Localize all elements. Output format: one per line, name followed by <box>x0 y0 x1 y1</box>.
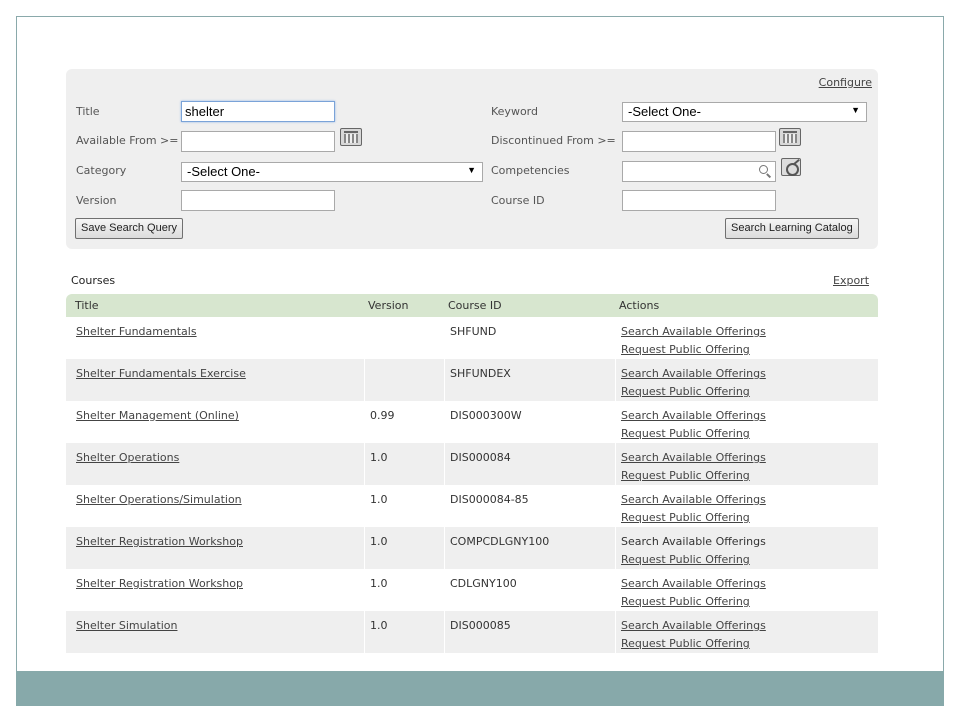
column-header-title[interactable]: Title <box>75 299 99 312</box>
course-id-input[interactable] <box>622 190 776 211</box>
column-divider <box>444 527 445 569</box>
course-id: DIS000300W <box>450 409 522 422</box>
search-offerings-text: Search Available Offerings <box>621 535 766 548</box>
dropdown-arrow-icon: ▼ <box>467 165 476 175</box>
search-offerings-link[interactable]: Search Available Offerings <box>621 409 766 422</box>
course-version: 1.0 <box>370 535 388 548</box>
course-id: CDLGNY100 <box>450 577 517 590</box>
search-offerings-link[interactable]: Search Available Offerings <box>621 325 766 338</box>
calendar-icon[interactable] <box>340 128 362 146</box>
dropdown-arrow-icon: ▼ <box>851 105 860 115</box>
column-divider <box>444 611 445 653</box>
table-row: Shelter Operations 1.0 DIS000084 Search … <box>66 443 878 485</box>
column-divider <box>615 527 616 569</box>
category-select-value: -Select One- <box>187 164 260 179</box>
column-divider <box>615 611 616 653</box>
category-select[interactable]: -Select One- ▼ <box>181 162 483 182</box>
search-offerings-link[interactable]: Search Available Offerings <box>621 367 766 380</box>
course-version: 1.0 <box>370 493 388 506</box>
course-title-link[interactable]: Shelter Registration Workshop <box>76 577 243 590</box>
competency-picker-icon[interactable] <box>781 158 801 176</box>
request-offering-link[interactable]: Request Public Offering <box>621 385 750 398</box>
version-input[interactable] <box>181 190 335 211</box>
courses-table: Title Version Course ID Actions Shelter … <box>66 294 878 653</box>
course-id: COMPCDLGNY100 <box>450 535 550 548</box>
course-title-link[interactable]: Shelter Management (Online) <box>76 409 239 422</box>
column-divider <box>364 527 365 569</box>
keyword-select[interactable]: -Select One- ▼ <box>622 102 867 122</box>
search-offerings-link[interactable]: Search Available Offerings <box>621 619 766 632</box>
available-from-input[interactable] <box>181 131 335 152</box>
course-id: DIS000084 <box>450 451 511 464</box>
table-row: Shelter Registration Workshop 1.0 COMPCD… <box>66 527 878 569</box>
search-offerings-link[interactable]: Search Available Offerings <box>621 451 766 464</box>
column-divider <box>364 359 365 401</box>
course-title-link[interactable]: Shelter Operations <box>76 451 179 464</box>
category-label: Category <box>76 164 127 177</box>
request-offering-link[interactable]: Request Public Offering <box>621 427 750 440</box>
calendar-icon[interactable] <box>779 128 801 146</box>
course-version: 0.99 <box>370 409 395 422</box>
title-input[interactable] <box>181 101 335 122</box>
table-row: Shelter Simulation 1.0 DIS000085 Search … <box>66 611 878 653</box>
configure-link[interactable]: Configure <box>819 76 872 89</box>
column-divider <box>364 443 365 485</box>
course-title-link[interactable]: Shelter Fundamentals Exercise <box>76 367 246 380</box>
column-header-actions: Actions <box>619 299 660 312</box>
table-row: Shelter Fundamentals Exercise SHFUNDEX S… <box>66 359 878 401</box>
title-label: Title <box>76 105 100 118</box>
competencies-label: Competencies <box>491 164 570 177</box>
column-header-version[interactable]: Version <box>368 299 408 312</box>
request-offering-link[interactable]: Request Public Offering <box>621 553 750 566</box>
course-version: 1.0 <box>370 619 388 632</box>
available-from-label: Available From >= <box>76 134 179 147</box>
course-id: DIS000084-85 <box>450 493 529 506</box>
request-offering-link[interactable]: Request Public Offering <box>621 595 750 608</box>
course-id: SHFUNDEX <box>450 367 511 380</box>
footer-band <box>16 671 944 706</box>
column-divider <box>615 359 616 401</box>
keyword-select-value: -Select One- <box>628 104 701 119</box>
export-link[interactable]: Export <box>833 274 869 287</box>
discontinued-from-label: Discontinued From >= <box>491 134 616 147</box>
search-offerings-link[interactable]: Search Available Offerings <box>621 493 766 506</box>
discontinued-from-input[interactable] <box>622 131 776 152</box>
table-row: Shelter Management (Online) 0.99 DIS0003… <box>66 401 878 443</box>
table-header: Title Version Course ID Actions <box>66 294 878 317</box>
version-label: Version <box>76 194 117 207</box>
table-row: Shelter Operations/Simulation 1.0 DIS000… <box>66 485 878 527</box>
course-title-link[interactable]: Shelter Operations/Simulation <box>76 493 242 506</box>
course-id-label: Course ID <box>491 194 545 207</box>
column-header-course-id[interactable]: Course ID <box>448 299 502 312</box>
column-divider <box>364 611 365 653</box>
course-id: DIS000085 <box>450 619 511 632</box>
column-divider <box>444 359 445 401</box>
table-row: Shelter Registration Workshop 1.0 CDLGNY… <box>66 569 878 611</box>
request-offering-link[interactable]: Request Public Offering <box>621 637 750 650</box>
course-title-link[interactable]: Shelter Simulation <box>76 619 177 632</box>
request-offering-link[interactable]: Request Public Offering <box>621 511 750 524</box>
course-title-link[interactable]: Shelter Fundamentals <box>76 325 197 338</box>
course-version: 1.0 <box>370 577 388 590</box>
table-row: Shelter Fundamentals SHFUND Search Avail… <box>66 317 878 359</box>
search-learning-catalog-button[interactable]: Search Learning Catalog <box>725 218 859 239</box>
save-search-query-button[interactable]: Save Search Query <box>75 218 183 239</box>
column-divider <box>444 443 445 485</box>
search-icon[interactable] <box>759 165 771 177</box>
keyword-label: Keyword <box>491 105 538 118</box>
request-offering-link[interactable]: Request Public Offering <box>621 343 750 356</box>
column-divider <box>615 443 616 485</box>
course-id: SHFUND <box>450 325 497 338</box>
search-offerings-link[interactable]: Search Available Offerings <box>621 577 766 590</box>
course-version: 1.0 <box>370 451 388 464</box>
request-offering-link[interactable]: Request Public Offering <box>621 469 750 482</box>
competencies-input[interactable] <box>622 161 776 182</box>
course-title-link[interactable]: Shelter Registration Workshop <box>76 535 243 548</box>
courses-section-title: Courses <box>71 274 116 287</box>
